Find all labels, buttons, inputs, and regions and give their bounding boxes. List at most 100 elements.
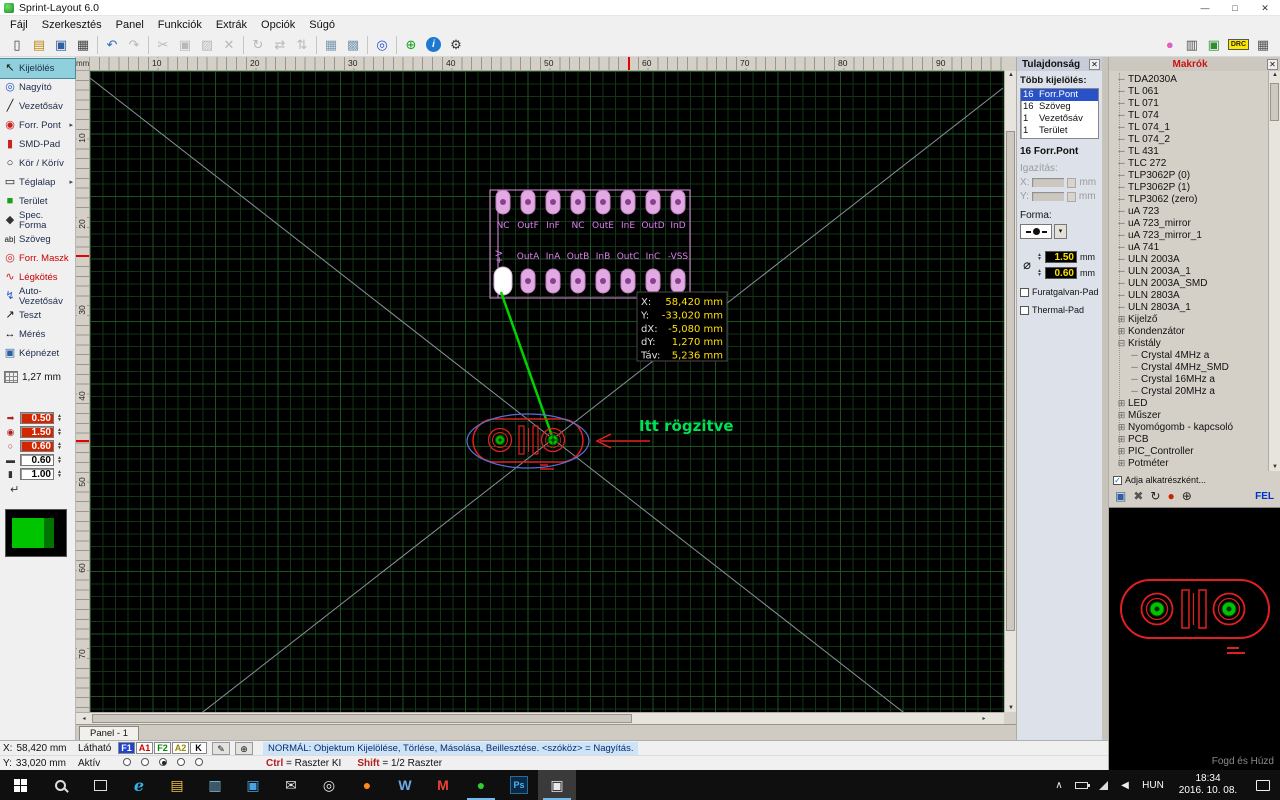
tool-solder-pad[interactable]: ◉ Forr. Pont ▸	[0, 116, 75, 135]
taskbar-photoshop[interactable]: Ps	[500, 770, 538, 800]
align-y-slider[interactable]	[1031, 192, 1064, 201]
menu-opci-k[interactable]: Opciók	[254, 18, 302, 32]
snap-grid-icon[interactable]: ▩	[342, 35, 364, 55]
network-icon[interactable]	[1092, 780, 1114, 790]
hotkeys-icon[interactable]: ●	[1159, 35, 1181, 55]
layer-active-f2[interactable]	[159, 758, 167, 766]
delete-macro-icon[interactable]: ✖	[1133, 489, 1143, 503]
macro-led[interactable]: ⊞ LED	[1115, 397, 1266, 409]
shape-dropdown-icon[interactable]	[1054, 224, 1067, 239]
taskbar-browser[interactable]: ◎	[310, 770, 348, 800]
tab-panel-1[interactable]: Panel - 1	[79, 726, 140, 741]
smd-width-value[interactable]: 0.60	[20, 454, 54, 466]
macro-tlp3062p-1[interactable]: ─ TLP3062P (1)	[1115, 181, 1266, 193]
macro-tl-074[interactable]: ─ TL 074	[1115, 109, 1266, 121]
tool-rectangle[interactable]: ▭ Téglalap ▸	[0, 173, 75, 192]
pcb-canvas[interactable]: NC OutF InF NC OutE InE OutD InD +V OutA InA OutB In…	[90, 71, 1004, 712]
paste-icon[interactable]: ▨	[196, 35, 218, 55]
layer-visible-f1[interactable]: F1	[118, 742, 135, 754]
minimize-button[interactable]: —	[1190, 0, 1220, 15]
shape-button[interactable]	[1020, 224, 1052, 239]
macro-kondenz-tor[interactable]: ⊞ Kondenzátor	[1115, 325, 1266, 337]
taskbar-gmail[interactable]: M	[424, 770, 462, 800]
tool-circle[interactable]: ○ Kör / Körív	[0, 154, 75, 173]
taskbar-edge[interactable]: e	[120, 770, 158, 800]
macro-tl-071[interactable]: ─ TL 071	[1115, 97, 1266, 109]
tool-area[interactable]: ■ Terület	[0, 192, 75, 211]
taskbar-screenshot-tool[interactable]: ▣	[538, 770, 576, 800]
plated-pad-checkbox[interactable]	[1020, 287, 1029, 297]
macro-scroll-up-icon[interactable]: ▲	[1269, 72, 1280, 78]
macro-uln-2003a-smd[interactable]: ─ ULN 2003A_SMD	[1115, 277, 1266, 289]
macro-scrollbar[interactable]: ▲ ▼	[1268, 71, 1280, 471]
battery-icon[interactable]	[1070, 781, 1092, 789]
tool-smd-pad[interactable]: ▮ SMD-Pad	[0, 135, 75, 154]
macro-tlp3062-zero[interactable]: ─ TLP3062 (zero)	[1115, 193, 1266, 205]
redo-icon[interactable]: ↷	[123, 35, 145, 55]
macro-crystal-4mhz-smd[interactable]: ─ Crystal 4MHz_SMD	[1115, 361, 1266, 373]
mirror-vertical-icon[interactable]: ⇅	[291, 35, 313, 55]
save-macro-icon[interactable]: ▣	[1115, 489, 1126, 503]
taskbar-sprint-layout[interactable]: ●	[462, 770, 500, 800]
selection-forr-pont[interactable]: 16 Forr.Pont	[1021, 89, 1098, 101]
macro-tda2030a[interactable]: ─ TDA2030A	[1115, 73, 1266, 85]
macro-uln-2803a[interactable]: ─ ULN 2803A	[1115, 289, 1266, 301]
macro-potm-ter[interactable]: ⊞ Potméter	[1115, 457, 1266, 469]
macro-crystal-16mhz-a[interactable]: ─ Crystal 16MHz a	[1115, 373, 1266, 385]
menu-funkci-k[interactable]: Funkciók	[151, 18, 209, 32]
cut-icon[interactable]: ✂	[152, 35, 174, 55]
macro-pcb[interactable]: ⊞ PCB	[1115, 433, 1266, 445]
smd-width-spinner[interactable]	[57, 456, 62, 464]
taskbar-mail[interactable]: ✉	[272, 770, 310, 800]
hscroll-thumb[interactable]	[92, 714, 632, 723]
tool-select[interactable]: ↖ Kijelölés	[0, 58, 76, 79]
scroll-right-icon[interactable]: ▸	[978, 715, 990, 722]
macro-tl-431[interactable]: ─ TL 431	[1115, 145, 1266, 157]
macro-krist-ly[interactable]: ⊟ Kristály	[1115, 337, 1266, 349]
layer-active-k[interactable]	[195, 758, 203, 766]
selection-list[interactable]: 16 Forr.Pont 16 Szöveg 1 Vezetősáv 1 Terület	[1020, 88, 1099, 139]
macro-nyom-gomb-kapcsol[interactable]: ⊞ Nyomógomb - kapcsoló	[1115, 421, 1266, 433]
tool-airwire[interactable]: ∿ Légkötés	[0, 268, 75, 287]
add-as-component-checkbox[interactable]: ✓	[1113, 475, 1122, 485]
vscroll-thumb[interactable]	[1006, 131, 1015, 631]
track-width-value[interactable]: 0.50	[20, 412, 54, 424]
volume-icon[interactable]: ◀	[1114, 780, 1136, 791]
pad-outer-diameter-field[interactable]: 1.50	[1044, 251, 1077, 263]
menu-s-g[interactable]: Súgó	[302, 18, 342, 32]
crosshair-icon[interactable]: ⊕	[400, 35, 422, 55]
taskbar-word[interactable]: W	[386, 770, 424, 800]
macro-ua-723-mirror[interactable]: ─ uA 723_mirror	[1115, 217, 1266, 229]
print-icon[interactable]: ▦	[72, 35, 94, 55]
macro-ua-723-mirror-1[interactable]: ─ uA 723_mirror_1	[1115, 229, 1266, 241]
tool-autoroute[interactable]: ↯ Auto-Vezetősáv	[0, 287, 75, 306]
close-button[interactable]: ✕	[1250, 0, 1280, 15]
macro-uln-2003a-1[interactable]: ─ ULN 2003A_1	[1115, 265, 1266, 277]
menu-szerkeszt-s[interactable]: Szerkesztés	[35, 18, 109, 32]
copy-icon[interactable]: ▣	[174, 35, 196, 55]
drc-icon[interactable]: DRC	[1227, 39, 1249, 50]
macro-ua-723[interactable]: ─ uA 723	[1115, 205, 1266, 217]
taskbar-store[interactable]: ▥	[196, 770, 234, 800]
pad-outer-spinner[interactable]	[1037, 253, 1042, 261]
layer-active-a1[interactable]	[141, 758, 149, 766]
components-icon[interactable]: ▦	[1252, 35, 1274, 55]
refresh-macros-icon[interactable]: ↻	[1150, 489, 1160, 503]
tool-special-shape[interactable]: ◆ Spec. Forma	[0, 211, 75, 230]
scroll-left-icon[interactable]: ◂	[78, 715, 90, 722]
selection-vezet-s-v[interactable]: 1 Vezetősáv	[1021, 113, 1098, 125]
undo-icon[interactable]: ↶	[101, 35, 123, 55]
menu-f-jl[interactable]: Fájl	[3, 18, 35, 32]
zoom-icon[interactable]: ◎	[371, 35, 393, 55]
taskbar-photos[interactable]: ▣	[234, 770, 272, 800]
tool-measure[interactable]: ↔ Mérés	[0, 325, 75, 344]
photo-view-icon[interactable]: ▣	[1203, 35, 1225, 55]
menu-panel[interactable]: Panel	[109, 18, 151, 32]
macro-crystal-4mhz-a[interactable]: ─ Crystal 4MHz a	[1115, 349, 1266, 361]
macro-tlp3062p-0[interactable]: ─ TLP3062P (0)	[1115, 169, 1266, 181]
fel-button[interactable]: FEL	[1255, 491, 1274, 502]
pad-outer-spinner[interactable]	[57, 428, 62, 436]
rotate-icon[interactable]: ↻	[247, 35, 269, 55]
layer-visible-a1[interactable]: A1	[136, 742, 153, 754]
macro-scroll-thumb[interactable]	[1270, 83, 1279, 121]
